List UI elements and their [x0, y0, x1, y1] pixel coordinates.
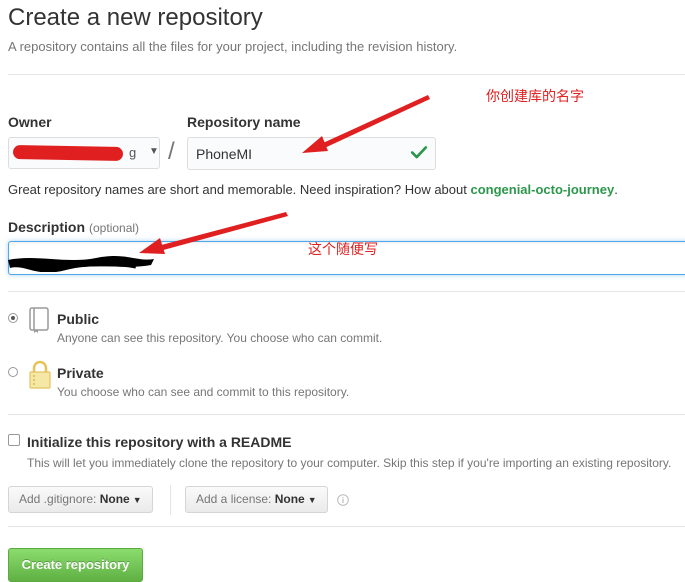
- readme-checkbox[interactable]: [8, 434, 20, 446]
- divider: [8, 414, 685, 415]
- redacted-description-scribble: [8, 256, 154, 272]
- redacted-owner-name: [12, 145, 124, 161]
- repo-name-input[interactable]: [187, 137, 436, 170]
- repo-book-icon: [29, 307, 49, 333]
- visibility-public-radio[interactable]: [8, 313, 18, 323]
- name-hint: Great repository names are short and mem…: [8, 182, 618, 197]
- private-note: You choose who can see and commit to thi…: [57, 385, 350, 399]
- readme-note: This will let you immediately clone the …: [27, 456, 672, 470]
- annotation-description-note: 这个随便写: [308, 241, 378, 257]
- divider: [8, 74, 685, 75]
- private-title[interactable]: Private: [57, 365, 104, 381]
- annotation-repo-name-note: 你创建库的名字: [486, 88, 584, 104]
- owner-select[interactable]: g ▼: [8, 137, 160, 169]
- info-icon[interactable]: [337, 494, 349, 506]
- visibility-private-radio[interactable]: [8, 367, 18, 377]
- name-hint-text: Great repository names are short and mem…: [8, 182, 471, 197]
- create-repository-button[interactable]: Create repository: [8, 548, 143, 582]
- description-optional: (optional): [89, 221, 140, 235]
- page-title: Create a new repository: [8, 4, 263, 31]
- name-suggestion-link[interactable]: congenial-octo-journey: [470, 182, 614, 197]
- repo-name-label: Repository name: [187, 114, 301, 130]
- divider: [8, 526, 685, 527]
- license-prefix: Add a license:: [196, 492, 272, 506]
- divider: [8, 291, 685, 292]
- gitignore-dropdown[interactable]: Add .gitignore: None ▼: [8, 486, 153, 513]
- lock-icon: [29, 360, 51, 389]
- readme-label[interactable]: Initialize this repository with a README: [27, 434, 291, 450]
- name-hint-suffix: .: [614, 182, 618, 197]
- description-label: Description (optional): [8, 219, 139, 235]
- caret-down-icon: ▼: [149, 146, 159, 157]
- gitignore-value: None: [99, 492, 130, 506]
- license-dropdown[interactable]: Add a license: None ▼: [185, 486, 328, 513]
- valid-check-icon: [410, 146, 428, 159]
- public-note: Anyone can see this repository. You choo…: [57, 331, 383, 345]
- owner-name-tail: g: [129, 145, 137, 160]
- page-subtitle: A repository contains all the files for …: [8, 39, 458, 54]
- license-value: None: [274, 492, 305, 506]
- vertical-divider: [170, 485, 171, 515]
- caret-down-icon: ▼: [132, 495, 142, 505]
- caret-down-icon: ▼: [307, 495, 317, 505]
- public-title[interactable]: Public: [57, 311, 99, 327]
- owner-label: Owner: [8, 114, 52, 130]
- gitignore-prefix: Add .gitignore:: [19, 492, 97, 506]
- owner-repo-separator: /: [168, 138, 175, 165]
- description-label-text: Description: [8, 219, 86, 235]
